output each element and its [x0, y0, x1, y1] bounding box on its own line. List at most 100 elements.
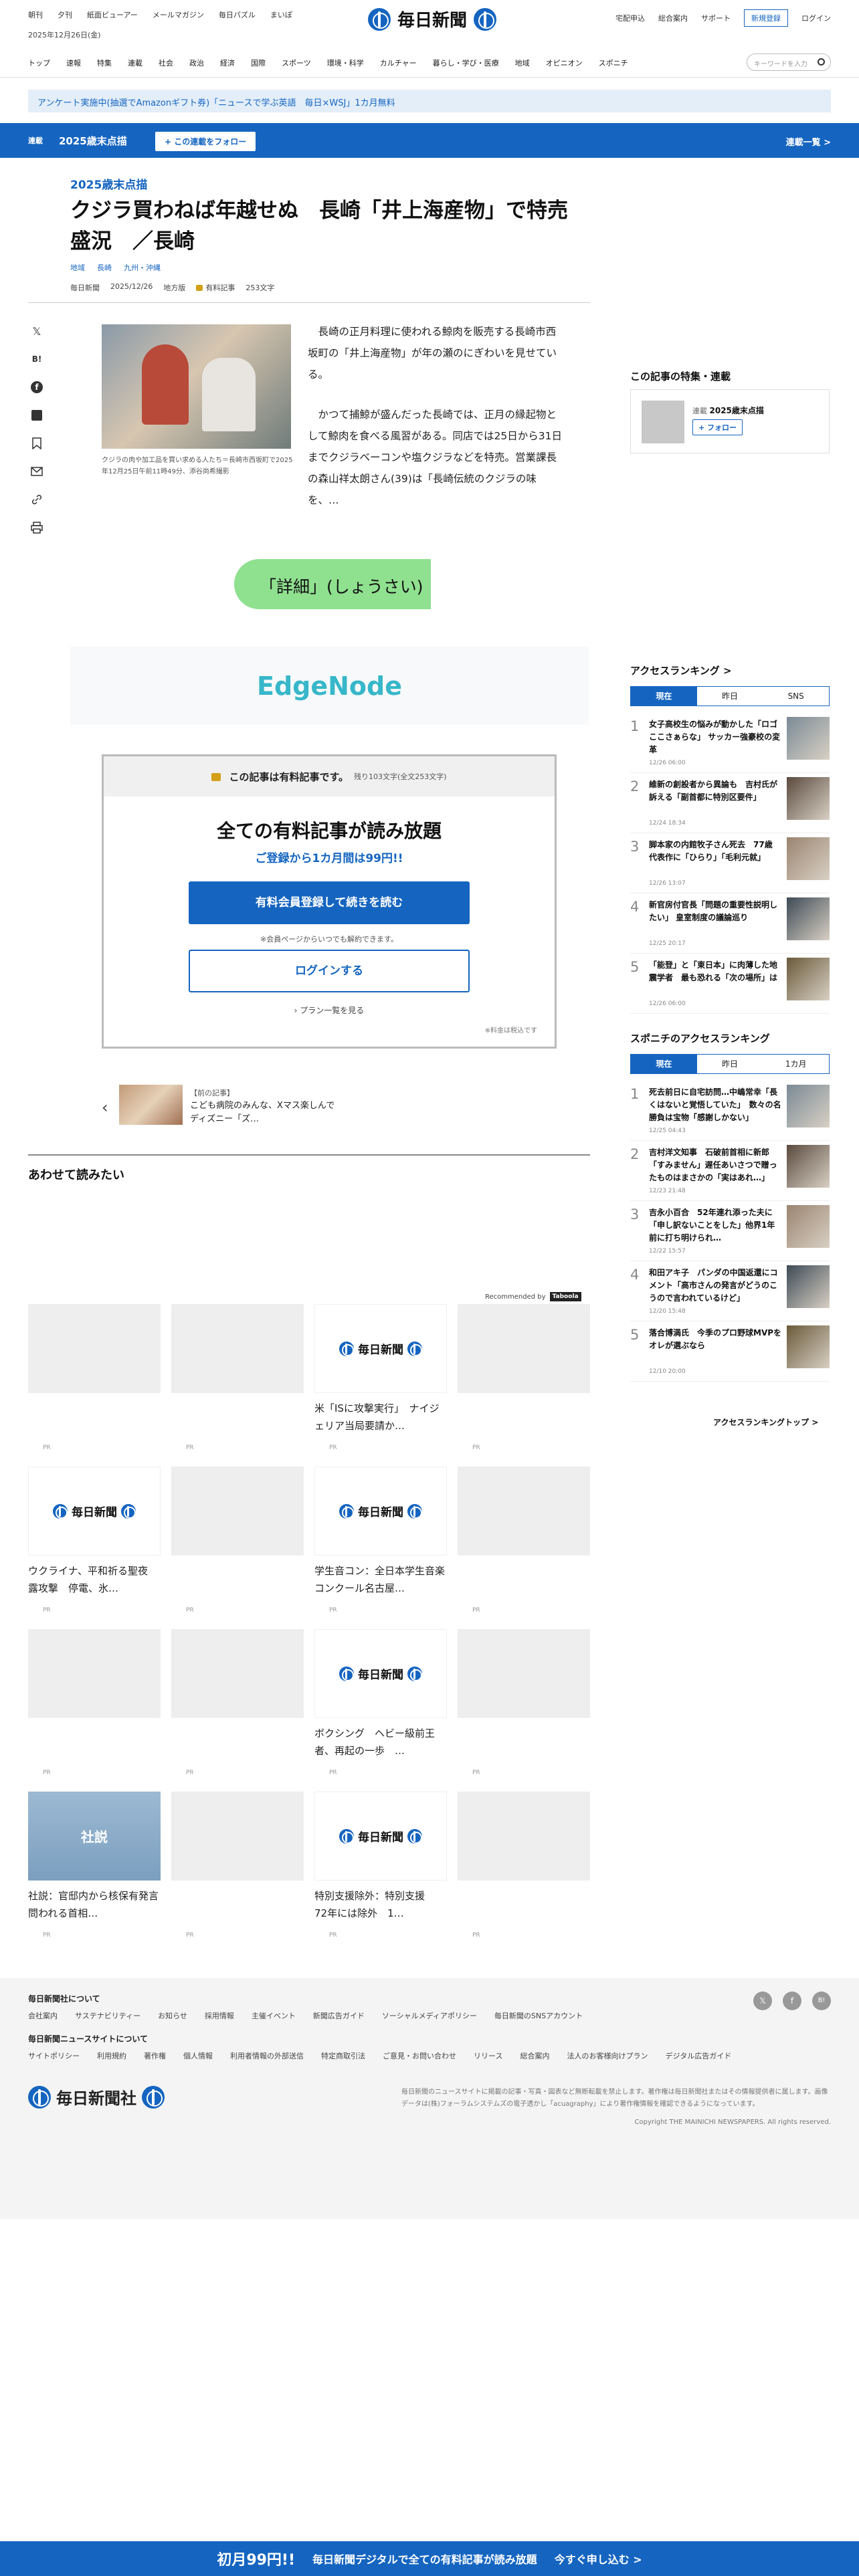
recommend-title[interactable]: 学生音コン：全日本学生音楽コンクール名古屋… — [314, 1562, 447, 1597]
prev-article[interactable]: ‹ 【前の記事】 こども病院のみんな、Xマス楽しんで ディズニー「ズ… — [102, 1085, 343, 1125]
nav-item[interactable]: 地域 — [515, 58, 530, 68]
ranking-title[interactable]: 脚本家の内館牧子さん死去 77歳 代表作に「ひらり」「毛利元就」 — [649, 839, 783, 864]
recommend-title[interactable] — [458, 1562, 590, 1597]
ranking-heading[interactable]: アクセスランキング > — [630, 663, 732, 677]
ranking-title[interactable]: 和田アキ子 パンダの中国返還にコメント「高市さんの発言がどうのこうので言われてい… — [649, 1267, 783, 1305]
ranking-tab[interactable]: SNS — [763, 687, 830, 706]
footer-link[interactable]: 主催イベント — [252, 2010, 296, 2021]
recommend-card[interactable]: PR — [171, 1629, 304, 1776]
recommend-thumb[interactable]: 毎日新聞 — [314, 1304, 447, 1393]
ranking-thumb[interactable] — [787, 837, 830, 880]
top-link[interactable]: 朝刊 — [28, 9, 43, 20]
recommend-title[interactable] — [28, 1400, 161, 1434]
recommend-title[interactable] — [171, 1725, 304, 1759]
x-icon[interactable]: 𝕏 — [30, 324, 43, 338]
footer-link[interactable]: ご意見・お問い合わせ — [383, 2050, 456, 2061]
series-list-link[interactable]: 連載一覧 > — [786, 135, 831, 148]
recommend-title[interactable] — [171, 1400, 304, 1434]
top-link[interactable]: 紙面ビューアー — [87, 9, 138, 20]
print-icon[interactable] — [30, 521, 43, 534]
footer-link[interactable]: 著作権 — [144, 2050, 166, 2061]
sidebar-follow-button[interactable]: + フォロー — [692, 419, 743, 435]
footer-link[interactable]: リリース — [474, 2050, 502, 2061]
recommend-card[interactable]: PR — [458, 1792, 590, 1939]
recommend-card[interactable]: 毎日新聞 特別支援除外：特別支援 72年には除外 1… PR — [314, 1792, 447, 1939]
recommend-title[interactable]: ウクライナ、平和祈る聖夜 露攻撃 停電、氷… — [28, 1562, 161, 1597]
link-icon[interactable] — [30, 493, 43, 506]
recommend-card[interactable]: 毎日新聞 学生音コン：全日本学生音楽コンクール名古屋… PR — [314, 1467, 447, 1614]
recommend-title[interactable] — [28, 1725, 161, 1759]
register-button[interactable]: 新規登録 — [744, 9, 788, 27]
footer-link[interactable]: 利用規約 — [97, 2050, 126, 2061]
ranking-thumb[interactable] — [787, 717, 830, 760]
plans-link[interactable]: › プラン一覧を見る — [104, 1004, 555, 1016]
recommend-thumb[interactable] — [171, 1792, 304, 1881]
ranking-top-link[interactable]: アクセスランキングトップ > — [713, 1416, 818, 1428]
footer-link[interactable]: 法人のお客様向けプラン — [567, 2050, 648, 2061]
recommend-card[interactable]: PR — [28, 1629, 161, 1776]
ranking-thumb[interactable] — [787, 1085, 830, 1128]
ranking-tab[interactable]: 昨日 — [696, 687, 763, 706]
recommend-title[interactable]: 社説：官邸内から核保有発言 問われる首相… — [28, 1887, 161, 1922]
ranking-item[interactable]: 1 女子高校生の悩みが動かした「ロゴここさぁらな」 サッカー強豪校の変革 12/26… — [630, 713, 830, 773]
ranking-title[interactable]: 「能登」と「東日本」に肉薄した地震学者 最も恐れる「次の場所」は — [649, 959, 783, 984]
footer-link[interactable]: 特定商取引法 — [321, 2050, 365, 2061]
note-icon[interactable] — [30, 409, 43, 422]
recommend-thumb[interactable] — [458, 1304, 590, 1393]
mail-icon[interactable] — [30, 465, 43, 478]
ranking-tab[interactable]: 現在 — [631, 1055, 697, 1073]
recommend-thumb[interactable]: 毎日新聞 — [314, 1467, 447, 1555]
footer-link[interactable]: ソーシャルメディアポリシー — [382, 2010, 477, 2021]
subscribe-button[interactable]: 有料会員登録して続きを読む — [189, 881, 470, 924]
footer-link[interactable]: お知らせ — [158, 2010, 187, 2021]
footer-link[interactable]: サステナビリティー — [75, 2010, 140, 2021]
bottom-bar-cta[interactable]: 今すぐ申し込む > — [555, 2551, 642, 2567]
recommend-title[interactable]: 米「ISに攻撃実行」 ナイジェリア当局要請か… — [314, 1400, 447, 1434]
nav-item[interactable]: 経済 — [220, 58, 235, 68]
recommend-card[interactable]: PR — [458, 1467, 590, 1614]
footer-link[interactable]: サイトポリシー — [28, 2050, 80, 2061]
ranking-title[interactable]: 吉永小百合 52年連れ添った夫に「申し訳ないことをした」他界1年前に打ち明けられ… — [649, 1206, 783, 1245]
footer-link[interactable]: 新聞広告ガイド — [313, 2010, 365, 2021]
footer-link[interactable]: 毎日新聞のSNSアカウント — [494, 2010, 583, 2021]
footer-link[interactable]: 総合案内 — [520, 2050, 549, 2061]
recommend-thumb[interactable] — [458, 1467, 590, 1555]
chevron-left-icon[interactable]: ‹ — [102, 1098, 108, 1117]
nav-item[interactable]: スポニチ — [599, 58, 628, 68]
recommend-title[interactable]: 特別支援除外：特別支援 72年には除外 1… — [314, 1887, 447, 1922]
category-link[interactable]: 地域 — [70, 262, 85, 273]
ranking-item[interactable]: 2 吉村洋文知事 石破前首相に新郎「すみません」遅任あいさつで贈ったものはまさかの… — [630, 1141, 830, 1201]
footer-link[interactable]: 採用情報 — [205, 2010, 234, 2021]
nav-item[interactable]: トップ — [28, 58, 50, 68]
ranking-thumb[interactable] — [787, 1205, 830, 1248]
ranking-tab[interactable]: 1カ月 — [763, 1055, 830, 1073]
facebook-icon[interactable]: f — [30, 381, 43, 394]
nav-item[interactable]: 暮らし・学び・医療 — [433, 58, 499, 68]
nav-item[interactable]: カルチャー — [380, 58, 417, 68]
recommend-card[interactable]: 毎日新聞 ボクシング ヘビー級前王者、再起の一歩 … PR — [314, 1629, 447, 1776]
ranking-item[interactable]: 5 落合博満氏 今季のプロ野球MVPをオレが選ぶなら 12/10 20:00 — [630, 1321, 830, 1382]
recommend-thumb[interactable]: 社説 — [28, 1792, 161, 1881]
account-link[interactable]: 宅配申込 — [615, 13, 645, 23]
footer-link[interactable]: 利用者情報の外部送信 — [230, 2050, 304, 2061]
ranking-title[interactable]: 新官房付官長「問題の重要性説明したい」 皇室制度の議論巡り — [649, 899, 783, 924]
ranking-tab[interactable]: 昨日 — [696, 1055, 763, 1073]
recommend-card[interactable]: PR — [171, 1304, 304, 1451]
series-bar-title[interactable]: 2025歳末点描 — [59, 134, 127, 148]
ranking-title[interactable]: 吉村洋文知事 石破前首相に新郎「すみません」遅任あいさつで贈ったものはまさかの「… — [649, 1146, 783, 1184]
account-link[interactable]: 総合案内 — [658, 13, 688, 23]
ranking-tab[interactable]: 現在 — [631, 687, 697, 706]
recommend-card[interactable]: PR — [171, 1467, 304, 1614]
nav-item[interactable]: オピニオン — [546, 58, 583, 68]
ad-banner[interactable]: EdgeNode — [70, 647, 589, 725]
nav-item[interactable]: スポーツ — [282, 58, 311, 68]
bookmark-icon[interactable] — [30, 437, 43, 450]
recommend-title[interactable] — [458, 1887, 590, 1922]
recommend-card[interactable]: PR — [458, 1629, 590, 1776]
top-link[interactable]: メールマガジン — [153, 9, 204, 20]
footer-logo[interactable]: 毎日新聞社 — [28, 2085, 165, 2109]
ranking-item[interactable]: 2 維新の創設者から異論も 吉村氏が訴える「副首都に特別区要件」 12/24 18:… — [630, 773, 830, 833]
notice-banner[interactable]: アンケート実施中(抽選でAmazonギフト券)「ニュースで学ぶ英語 毎日×WSJ… — [28, 90, 831, 112]
facebook-icon[interactable]: f — [783, 1992, 801, 2010]
footer-link[interactable]: 個人情報 — [183, 2050, 213, 2061]
